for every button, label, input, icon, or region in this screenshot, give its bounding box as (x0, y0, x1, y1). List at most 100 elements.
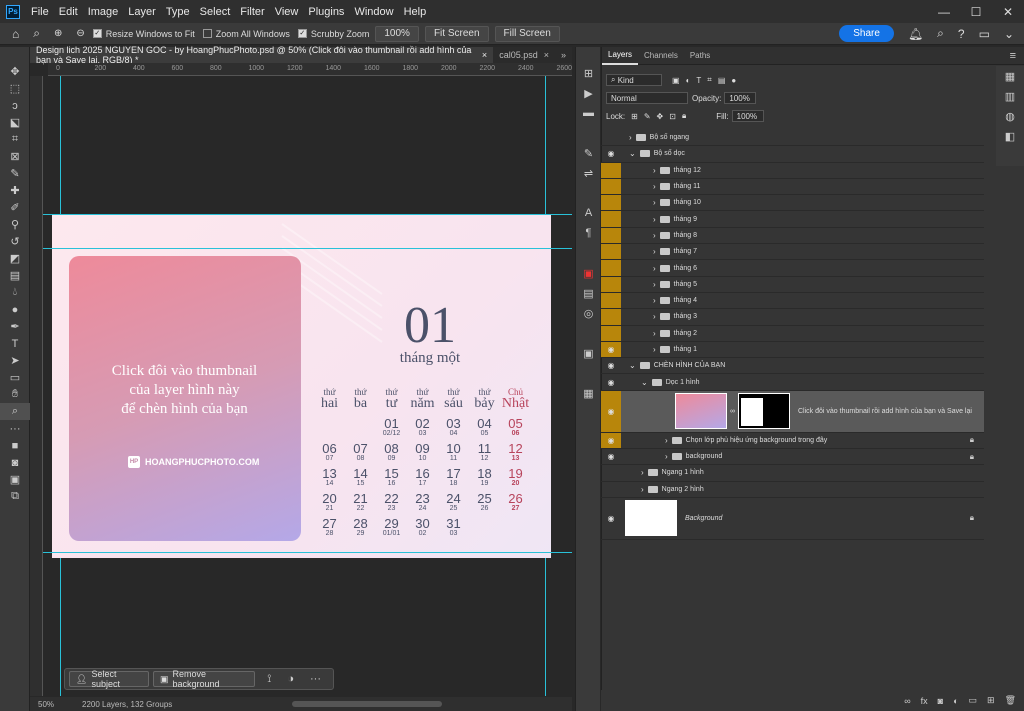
visibility-eye-icon[interactable] (601, 244, 621, 260)
new-layer-icon[interactable]: ⊞ (987, 695, 995, 706)
close-button[interactable]: ✕ (992, 5, 1024, 19)
expand-chevron-icon[interactable]: › (653, 247, 656, 256)
scrubby-zoom-checkbox[interactable]: ✓ Scrubby Zoom (297, 29, 369, 39)
menu-plugins[interactable]: Plugins (303, 6, 349, 18)
expand-chevron-icon[interactable]: › (653, 231, 656, 240)
layer-row[interactable]: ◉ ⌄ Dọc 1 hình (601, 374, 984, 391)
tab-active-document[interactable]: Design lich 2025 NGUYEN GOC - by HoangPh… (30, 45, 494, 65)
eyedropper-icon[interactable]: ✎ (0, 165, 30, 182)
layer-thumbnail[interactable] (675, 393, 727, 430)
layer-row[interactable]: › Ngang 2 hình (601, 482, 984, 498)
visibility-eye-icon[interactable] (601, 211, 621, 227)
expand-chevron-icon[interactable]: ⌄ (641, 378, 648, 387)
dr-plugin-icon[interactable]: ▦ (576, 383, 601, 403)
brush-settings-icon[interactable]: ✎ (576, 143, 601, 163)
dodge-tool-icon[interactable]: ● (0, 301, 30, 318)
zoom-in-icon[interactable]: ⊕ (54, 28, 62, 39)
visibility-eye-icon[interactable] (601, 309, 621, 325)
fx-icon[interactable]: fx (921, 696, 928, 706)
quick-mask-icon[interactable]: ◙ (0, 454, 30, 471)
type-tool-icon[interactable]: T (0, 335, 30, 352)
tab-cal05[interactable]: cal05.psd × (493, 47, 555, 63)
libraries-icon[interactable]: ▦ (996, 66, 1024, 86)
layer-row[interactable]: ◉ › Chọn lớp phủ hiệu ứng background trong… (601, 432, 984, 450)
move-tool-icon[interactable]: ✥ (0, 63, 30, 80)
expand-chevron-icon[interactable]: › (653, 264, 656, 273)
layer-row[interactable]: ◉ ⌄ Bộ số dọc (601, 146, 984, 163)
panel-menu-icon[interactable]: ≡ (1010, 50, 1016, 62)
filter-smart-icon[interactable]: ▤ (718, 76, 726, 85)
artboard-icon[interactable]: ⧉ (0, 488, 30, 505)
layer-row[interactable]: › Ngang 1 hình (601, 465, 984, 482)
tabs-overflow-icon[interactable]: » (555, 47, 572, 63)
history-brush-icon[interactable]: ↺ (0, 233, 30, 250)
layer-row[interactable]: › tháng 3 (601, 309, 984, 326)
history-icon[interactable]: ⊞ (576, 63, 601, 83)
circle-plugin-icon[interactable]: ◎ (576, 303, 601, 323)
styles-icon[interactable]: ◧ (996, 126, 1024, 146)
more-options-icon[interactable]: ··· (310, 673, 321, 685)
adjust-icon[interactable]: ◑ (287, 673, 294, 685)
screen-icon[interactable]: ▣ (576, 343, 601, 363)
close-tab-icon[interactable]: × (482, 50, 487, 60)
layer-row[interactable]: › tháng 8 (601, 227, 984, 245)
marquee-tool-icon[interactable]: ⬚ (0, 80, 30, 97)
menu-layer[interactable]: Layer (123, 6, 161, 18)
lock-position-icon[interactable]: ✥ (657, 112, 664, 121)
trash-icon[interactable]: 🗑︎ (1005, 695, 1016, 706)
menu-select[interactable]: Select (195, 6, 236, 18)
gradient-tool-icon[interactable]: ▤ (0, 267, 30, 284)
home-icon[interactable]: ⌂ (12, 27, 19, 41)
expand-chevron-icon[interactable]: › (653, 329, 656, 338)
blend-mode-select[interactable]: Normal (606, 92, 688, 104)
eraser-tool-icon[interactable]: ◩ (0, 250, 30, 267)
resize-windows-checkbox[interactable]: ✓ Resize Windows to Fit (92, 29, 195, 39)
more-tools-icon[interactable]: ··· (0, 420, 30, 437)
visibility-eye-icon[interactable] (601, 276, 621, 292)
transform-icon[interactable]: ⟟ (267, 673, 271, 686)
comment-icon[interactable]: ▬ (576, 103, 601, 123)
visibility-eye-icon[interactable] (601, 227, 621, 244)
layer-row[interactable]: › tháng 10 (601, 195, 984, 212)
adjust-sliders-icon[interactable]: ⇌ (576, 163, 601, 183)
menu-view[interactable]: View (270, 6, 304, 18)
expand-chevron-icon[interactable]: ⌄ (629, 361, 636, 370)
zoom-out-icon[interactable]: ⊖ (76, 28, 84, 39)
visibility-eye-icon[interactable]: ◉ (601, 374, 621, 389)
adjustment-layer-icon[interactable]: ◐ (953, 696, 958, 706)
visibility-eye-icon[interactable] (601, 260, 621, 276)
screen-mode-icon[interactable]: ▣ (0, 471, 30, 488)
menu-type[interactable]: Type (161, 6, 195, 18)
filter-shape-icon[interactable]: ⌗ (707, 75, 712, 85)
kind-filter[interactable]: ⌕ Kind (606, 74, 662, 86)
select-subject-button[interactable]: 👤︎ Select subject (69, 669, 149, 689)
menu-edit[interactable]: Edit (54, 6, 83, 18)
expand-chevron-icon[interactable]: › (665, 452, 668, 461)
layer-row[interactable]: › tháng 6 (601, 260, 984, 277)
lock-image-icon[interactable]: ✎ (644, 112, 651, 121)
expand-chevron-icon[interactable]: › (653, 182, 656, 191)
menu-window[interactable]: Window (349, 6, 398, 18)
mask-icon[interactable]: ◙ (938, 696, 943, 706)
layer-row[interactable]: › tháng 4 (601, 292, 984, 310)
image-plugin-icon[interactable]: ▤ (576, 283, 601, 303)
horizontal-scrollbar[interactable] (292, 701, 442, 707)
visibility-eye-icon[interactable] (601, 482, 621, 497)
opacity-field[interactable]: 100% (724, 92, 757, 104)
expand-chevron-icon[interactable]: › (641, 485, 644, 494)
layer-row[interactable]: ◉ › background 🔒︎ (601, 449, 984, 466)
layer-thumbnail[interactable] (625, 500, 677, 537)
zoom-all-checkbox[interactable]: Zoom All Windows (202, 29, 290, 39)
rectangle-tool-icon[interactable]: ▭ (0, 369, 30, 386)
horizontal-ruler[interactable]: 0 200 400 600 800 1000 1200 1400 1600 1800 2000 220… (48, 63, 572, 76)
play-icon[interactable]: ▶ (576, 83, 601, 103)
chevron-down-icon[interactable]: ⌄ (1004, 27, 1014, 41)
filter-adjustment-icon[interactable]: ◐ (686, 76, 691, 85)
lock-pixels-icon[interactable]: ⊞ (631, 112, 638, 121)
layer-row[interactable]: ◉ ⌄ CHÈN HÌNH CỦA BẠN (601, 358, 984, 375)
lock-all-icon[interactable]: 🔒︎ (682, 111, 686, 121)
zoom-100-button[interactable]: 100% (375, 25, 419, 42)
expand-chevron-icon[interactable]: › (653, 280, 656, 289)
fill-field[interactable]: 100% (731, 110, 764, 122)
visibility-eye-icon[interactable]: ◉ (601, 390, 621, 432)
